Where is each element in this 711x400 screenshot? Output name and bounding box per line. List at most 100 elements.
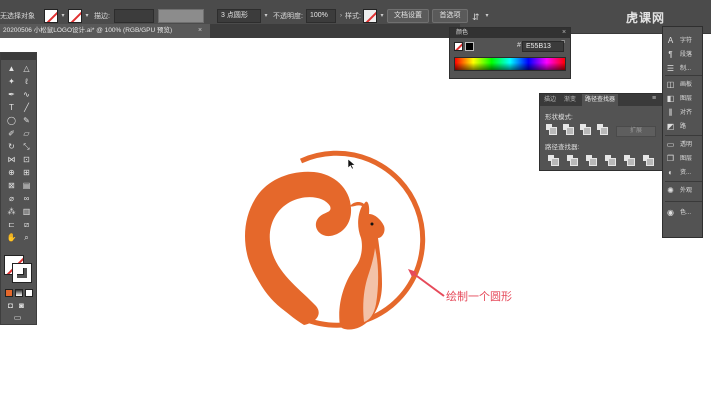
shape-builder-icon[interactable]: ⊕ xyxy=(6,168,17,178)
gradient-mode-swatch[interactable] xyxy=(15,289,23,297)
brush-definition-field[interactable]: 3 点圆形 xyxy=(217,9,261,23)
squirrel-logo[interactable] xyxy=(245,150,426,330)
hand-icon[interactable]: ✋ xyxy=(6,233,17,243)
eyedropper-icon[interactable]: ⌀ xyxy=(6,194,17,204)
shaper-icon[interactable]: ✐ xyxy=(6,129,17,139)
brush-dropdown-icon[interactable]: ▾ xyxy=(261,9,271,23)
dock-item[interactable]: ❐ 图层 xyxy=(666,153,702,165)
gradient-icon[interactable]: ▤ xyxy=(21,181,32,191)
arrange-icon[interactable]: ⇵ xyxy=(472,10,480,24)
mouse-cursor-icon xyxy=(347,157,356,175)
arrange-dropdown-icon[interactable]: ▾ xyxy=(482,9,492,23)
document-tab-close-icon[interactable]: × xyxy=(198,24,202,38)
tab-stroke[interactable]: 描边 xyxy=(544,94,556,106)
fill-stroke-widget[interactable] xyxy=(4,255,32,283)
eraser-icon[interactable]: ▱ xyxy=(21,129,32,139)
none-mode-swatch[interactable] xyxy=(25,289,33,297)
direct-selection-icon[interactable]: △ xyxy=(21,64,32,74)
style-label: 样式: xyxy=(345,13,361,20)
draw-normal-icon[interactable]: ◘ xyxy=(5,301,16,311)
dock-item[interactable]: ✺ 外观 xyxy=(666,185,702,197)
free-transform-icon[interactable]: ⊡ xyxy=(21,155,32,165)
selection-icon[interactable]: ▲ xyxy=(6,64,17,74)
squirrel-tail xyxy=(245,171,352,325)
dock-item-label: 图层 xyxy=(680,96,693,102)
zoom-icon[interactable]: ⌕ xyxy=(21,233,32,243)
intersect-icon[interactable] xyxy=(580,124,591,135)
ellipse-icon[interactable]: ◯ xyxy=(6,116,17,126)
tab-pathfinder[interactable]: 路径查找器 xyxy=(582,94,619,106)
rotate-icon[interactable]: ↻ xyxy=(6,142,17,152)
draw-behind-icon[interactable]: ◙ xyxy=(16,301,27,311)
pathfinder-menu-icon[interactable]: ≡ xyxy=(652,95,656,102)
preferences-button[interactable]: 首选项 xyxy=(432,9,468,23)
crop-icon[interactable] xyxy=(605,155,616,166)
column-graph-icon[interactable]: ▥ xyxy=(21,207,32,217)
unite-icon[interactable] xyxy=(546,124,557,135)
selection-status: 无选择对象 xyxy=(0,13,35,20)
expand-button[interactable]: 扩展 xyxy=(616,126,656,137)
exclude-icon[interactable] xyxy=(597,124,608,135)
curvature-icon[interactable]: ∿ xyxy=(21,90,32,100)
slice-icon[interactable]: ⧄ xyxy=(21,220,32,230)
color-panel-close-icon[interactable]: × xyxy=(562,28,566,38)
color-panel-tab[interactable]: 颜色 xyxy=(456,28,468,38)
dock-item-label: 路 xyxy=(680,124,687,130)
document-setup-button[interactable]: 文档设置 xyxy=(387,9,429,23)
dock-item[interactable]: ▭ 透明 xyxy=(666,139,702,151)
mesh-icon[interactable]: ⊠ xyxy=(6,181,17,191)
color-mode-swatch[interactable] xyxy=(5,289,13,297)
dock-item[interactable]: ⫼ 对齐 xyxy=(666,107,702,119)
color-panel-stroke-icon[interactable] xyxy=(465,42,474,51)
color-spectrum-bar[interactable] xyxy=(454,57,566,71)
dock-item-label: 图层 xyxy=(680,156,693,162)
color-panel-fill-icon[interactable] xyxy=(454,42,463,51)
stroke-indicator[interactable] xyxy=(12,263,32,283)
pen-icon[interactable]: ✒ xyxy=(6,90,17,100)
dock-item[interactable]: ◫ 画板 xyxy=(666,79,702,91)
stroke-swatch[interactable] xyxy=(68,9,82,23)
stroke-weight-field[interactable] xyxy=(114,9,154,23)
lasso-icon[interactable]: ℓ xyxy=(21,77,32,87)
artboard-icon[interactable]: ⊏ xyxy=(6,220,17,230)
graphic-style-swatch[interactable] xyxy=(363,9,377,23)
tab-gradient[interactable]: 渐变 xyxy=(564,94,576,106)
type-icon[interactable]: T xyxy=(6,103,17,113)
hex-field[interactable]: E55B13 xyxy=(522,41,564,52)
tools-panel-header[interactable] xyxy=(1,53,36,60)
dock-item[interactable]: ☰ 制... xyxy=(666,63,702,75)
dock-item[interactable]: ◐ 资... xyxy=(666,167,702,179)
stroke-dropdown-icon[interactable]: ▾ xyxy=(82,9,92,23)
dock-item-label: 色... xyxy=(680,210,692,216)
line-icon[interactable]: ╱ xyxy=(21,103,32,113)
variable-width-profile[interactable] xyxy=(158,9,204,23)
fill-dropdown-icon[interactable]: ▾ xyxy=(58,9,68,23)
divide-icon[interactable] xyxy=(548,155,559,166)
fill-swatch[interactable] xyxy=(44,9,58,23)
color-panel: 颜色 × ≡ # E55B13 xyxy=(449,27,571,79)
document-tab[interactable]: 20200506 小松鼠LOGO设计.ai* @ 100% (RGB/GPU 预… xyxy=(0,24,210,38)
minus-front-icon[interactable] xyxy=(563,124,574,135)
dock-item-label: 外观 xyxy=(680,188,693,194)
dock-item[interactable]: ¶ 段落 xyxy=(666,49,702,61)
style-dropdown-icon[interactable]: ▾ xyxy=(377,9,387,23)
dock-item-label: 资... xyxy=(680,170,692,176)
tools-panel: ▲ △ ✦ ℓ ✒ ∿ T ╱ ◯ ✎ ✐ ▱ ↻ ⤡ ⋈ ⊡ ⊕ ⊞ ⊠ ▤ ⌀ ∞ ⁂ ▥ ⊏ ⧄ ✋ ⌕ ◘ ◙ ▭ xyxy=(0,52,37,325)
brush-icon[interactable]: ✎ xyxy=(21,116,32,126)
width-icon[interactable]: ⋈ xyxy=(6,155,17,165)
opacity-field[interactable]: 100% xyxy=(306,9,336,23)
dock-item[interactable]: ◉ 色... xyxy=(666,207,702,219)
perspective-icon[interactable]: ⊞ xyxy=(21,168,32,178)
scale-icon[interactable]: ⤡ xyxy=(21,142,32,152)
dock-item[interactable]: ◧ 图层 xyxy=(666,93,702,105)
outline-icon[interactable] xyxy=(624,155,635,166)
screen-mode-icon[interactable]: ▭ xyxy=(12,313,23,323)
magic-wand-icon[interactable]: ✦ xyxy=(6,77,17,87)
symbol-sprayer-icon[interactable]: ⁂ xyxy=(6,207,17,217)
minus-back-icon[interactable] xyxy=(643,155,654,166)
blend-icon[interactable]: ∞ xyxy=(21,194,32,204)
dock-item[interactable]: A 字符 xyxy=(666,35,702,47)
dock-item[interactable]: ◩ 路 xyxy=(666,121,702,133)
trim-icon[interactable] xyxy=(567,155,578,166)
merge-icon[interactable] xyxy=(586,155,597,166)
